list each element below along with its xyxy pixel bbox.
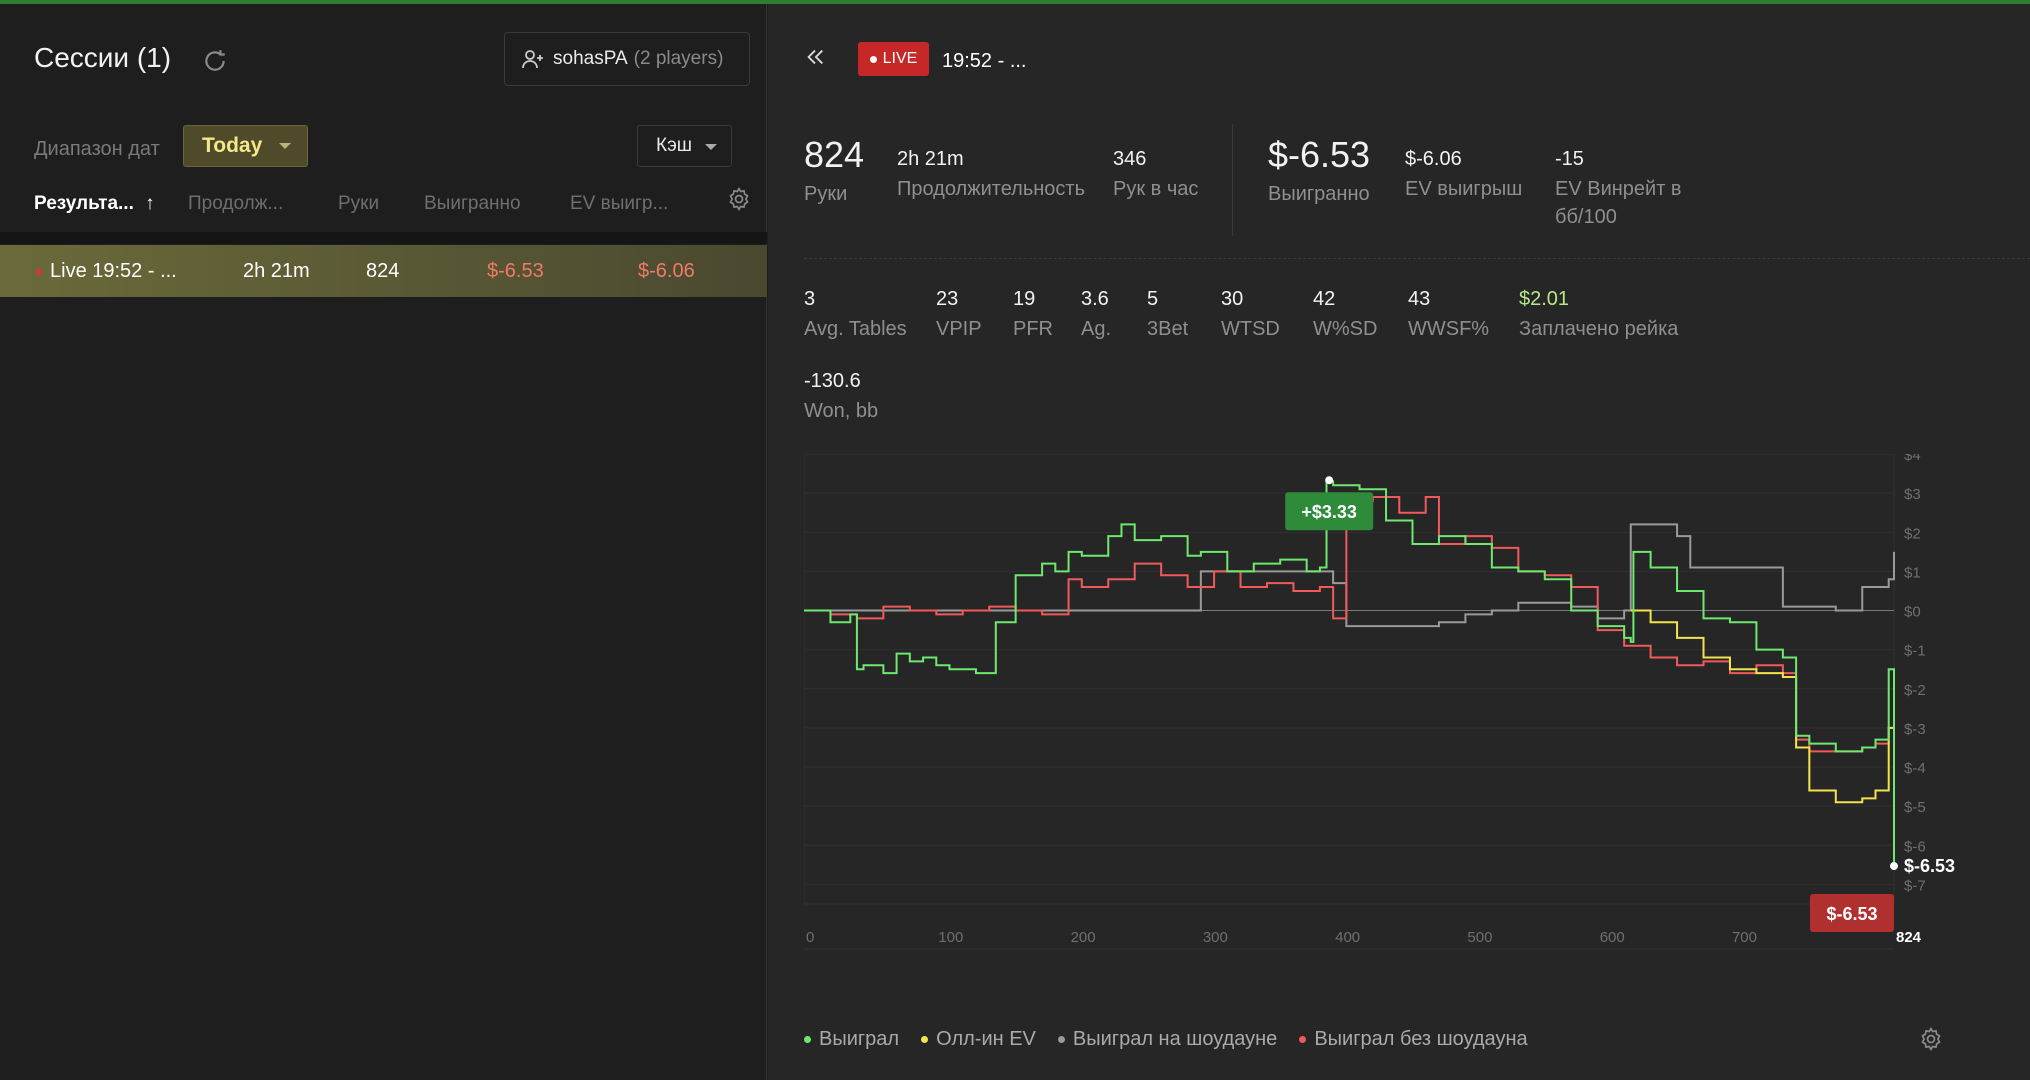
date-range-label: Диапазон дат xyxy=(34,138,160,160)
stat-vpip: 23 VPIP xyxy=(936,288,982,340)
y-tick-label: $-6 xyxy=(1904,838,1926,855)
stat-won-bb: -130.6 Won, bb xyxy=(804,370,879,422)
y-tick-label: $-4 xyxy=(1904,760,1926,777)
y-tick-label: $4 xyxy=(1904,454,1921,464)
legend-dot-icon xyxy=(1299,1036,1307,1043)
y-tick-label: $-1 xyxy=(1904,643,1926,660)
y-tick-label: $-2 xyxy=(1904,682,1926,699)
bankroll-chart: $4 $3 $2 $1 $0 $-1 $-2 $-3 $-4 $-5 $-6 $-7 0 100 200 30… xyxy=(804,454,1955,950)
x-tick-label: 400 xyxy=(1335,929,1360,946)
stats-dash-divider xyxy=(804,258,2030,259)
collapse-left-icon[interactable] xyxy=(804,46,826,68)
max-point xyxy=(1325,476,1334,485)
row-duration: 2h 21m xyxy=(243,260,310,282)
sort-arrow-icon: ↑ xyxy=(145,193,155,214)
x-tick-label: 600 xyxy=(1600,929,1625,946)
session-name: 19:52 - ... xyxy=(942,50,1027,72)
stat-3bet: 5 3Bet xyxy=(1147,288,1189,340)
x-tick-label: 700 xyxy=(1732,929,1757,946)
gear-icon[interactable] xyxy=(1918,1026,1944,1052)
gear-icon[interactable] xyxy=(726,186,752,212)
row-name: Live 19:52 - ... xyxy=(50,260,177,282)
live-dot-icon xyxy=(36,269,42,275)
chart-legend: Выиграл Олл-ин EV Выиграл на шоудауне Вы… xyxy=(804,1028,1528,1051)
row-won: $-6.53 xyxy=(487,260,544,282)
stat-won: $-6.53 Выигранно xyxy=(1268,134,1371,205)
players-filter-button[interactable]: sohasPA (2 players) xyxy=(504,32,750,86)
column-ev-won[interactable]: EV выигр... xyxy=(570,193,668,215)
game-type-value: Кэш xyxy=(656,135,693,156)
x-tick-label: 500 xyxy=(1467,929,1492,946)
x-tick-label: 100 xyxy=(938,929,963,946)
stat-duration: 2h 21m Продолжительность xyxy=(897,148,1085,200)
stat-pfr: 19 PFR xyxy=(1013,288,1053,340)
player-name: sohasPA xyxy=(553,48,628,69)
column-hands[interactable]: Руки xyxy=(338,193,379,215)
series-line xyxy=(1630,609,1895,804)
x-tick-label: 0 xyxy=(806,929,814,946)
chevron-down-icon xyxy=(279,143,291,149)
refresh-icon[interactable] xyxy=(202,48,228,74)
series-line xyxy=(804,496,1894,753)
stat-wwsf: 43 WWSF% xyxy=(1408,288,1490,340)
x-tick-label: 300 xyxy=(1203,929,1228,946)
row-ev-won: $-6.06 xyxy=(638,260,695,282)
column-duration[interactable]: Продолж... xyxy=(188,193,283,215)
legend-item-win[interactable]: Выиграл xyxy=(804,1028,899,1051)
y-tick-label: $1 xyxy=(1904,564,1921,581)
stat-aggression: 3.6 Ag. xyxy=(1081,288,1112,340)
stat-hands-per-hour: 346 Рук в час xyxy=(1113,148,1199,200)
live-badge: LIVE xyxy=(858,42,929,76)
x-tick-label: 824 xyxy=(1896,929,1922,946)
players-count: (2 players) xyxy=(633,48,724,69)
legend-item-allin-ev[interactable]: Олл-ин EV xyxy=(921,1028,1036,1051)
stats-divider xyxy=(1232,124,1233,236)
max-label: +$3.33 xyxy=(1301,502,1357,522)
y-tick-label: $0 xyxy=(1904,604,1921,621)
y-tick-label: $-7 xyxy=(1904,877,1926,894)
live-dot-icon xyxy=(869,55,877,63)
sessions-table-header: Результа... ↑ Продолж... Руки Выигранно … xyxy=(0,189,767,229)
stat-ev-won: $-6.06 EV выигрыш xyxy=(1405,148,1523,200)
stat-wtsd: 30 WTSD xyxy=(1221,288,1280,340)
x-tick-label: 200 xyxy=(1071,929,1096,946)
column-result[interactable]: Результа... ↑ xyxy=(34,193,155,215)
y-tick-label: $3 xyxy=(1904,486,1921,503)
stat-avg-tables: 3 Avg. Tables xyxy=(804,288,907,340)
users-icon xyxy=(522,50,543,69)
stat-ev-winrate: -15 EV Винрейт в бб/100 xyxy=(1555,148,1682,228)
y-tick-label: $-5 xyxy=(1904,799,1926,816)
tooltip-label: $-6.53 xyxy=(1826,904,1877,924)
legend-dot-icon xyxy=(1057,1036,1065,1043)
legend-item-showdown[interactable]: Выиграл на шоудауне xyxy=(1057,1028,1277,1051)
stat-hands: 824 Руки xyxy=(804,134,865,205)
sessions-panel: Сессии (1) sohasPA (2 players) Диапазон … xyxy=(0,4,767,1080)
legend-dot-icon xyxy=(921,1036,929,1043)
end-label: $-6.53 xyxy=(1904,856,1955,876)
chevron-down-icon xyxy=(705,144,717,150)
row-hands: 824 xyxy=(366,260,400,282)
table-row[interactable]: Live 19:52 - ... 2h 21m 824 $-6.53 $-6.0… xyxy=(0,245,767,297)
stat-rake: $2.01 Заплачено рейка xyxy=(1519,288,1679,340)
table-divider xyxy=(0,232,767,244)
session-detail-panel: LIVE 19:52 - ... 824 Руки 2h 21m Продолжит… xyxy=(768,4,2030,1080)
column-won[interactable]: Выигранно xyxy=(424,193,521,215)
y-tick-label: $2 xyxy=(1904,525,1921,542)
sessions-title: Сессии (1) xyxy=(34,42,172,73)
date-range-value: Today xyxy=(202,134,263,157)
legend-item-non-showdown[interactable]: Выиграл без шоудауна xyxy=(1299,1028,1528,1051)
stat-wsd: 42 W%SD xyxy=(1313,288,1378,340)
game-type-select[interactable]: Кэш xyxy=(637,125,732,167)
date-range-select[interactable]: Today xyxy=(183,125,308,167)
legend-dot-icon xyxy=(804,1036,811,1043)
end-point xyxy=(1890,862,1898,871)
y-tick-label: $-3 xyxy=(1904,721,1926,738)
